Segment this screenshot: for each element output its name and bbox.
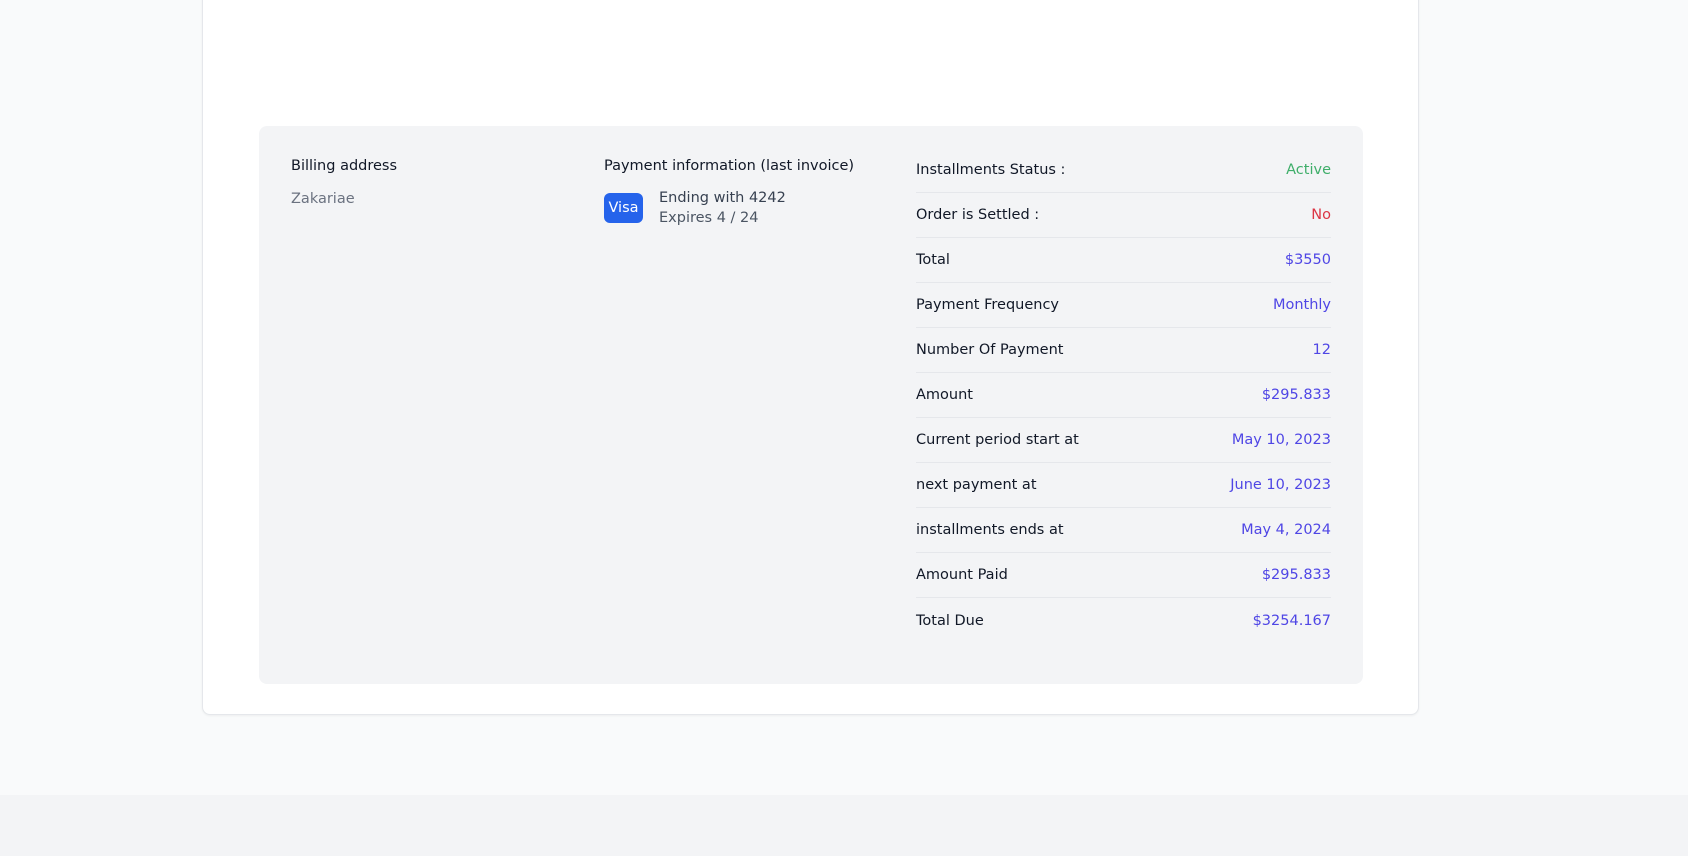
detail-label: Current period start at [916, 432, 1079, 448]
detail-label: next payment at [916, 477, 1037, 493]
detail-row-installments-ends: installments ends at May 4, 2024 [916, 508, 1331, 553]
number-of-payment-value: 12 [1312, 342, 1331, 358]
detail-label: Amount Paid [916, 567, 1008, 583]
billing-address-title: Billing address [291, 158, 398, 174]
detail-row-amount: Amount $295.833 [916, 373, 1331, 418]
detail-label: Order is Settled : [916, 207, 1040, 223]
billing-address-name: Zakariae [291, 191, 355, 207]
detail-row-total-due: Total Due $3254.167 [916, 598, 1331, 643]
installment-details-list: Installments Status : Active Order is Se… [916, 148, 1331, 643]
footer-band [0, 795, 1688, 856]
total-due-value: $3254.167 [1252, 612, 1331, 629]
amount-paid-value: $295.833 [1261, 567, 1331, 583]
detail-label: Number Of Payment [916, 342, 1064, 358]
detail-label: Total [916, 252, 950, 268]
detail-label: installments ends at [916, 522, 1064, 538]
detail-label: Payment Frequency [916, 297, 1059, 313]
card-expiry-text: Expires 4 / 24 [659, 210, 759, 226]
detail-row-amount-paid: Amount Paid $295.833 [916, 553, 1331, 598]
amount-value: $295.833 [1261, 387, 1331, 403]
current-period-start-value: May 10, 2023 [1231, 432, 1331, 448]
detail-row-order-settled: Order is Settled : No [916, 193, 1331, 238]
next-payment-value: June 10, 2023 [1230, 477, 1331, 493]
installments-ends-value: May 4, 2024 [1241, 522, 1331, 538]
detail-row-current-period-start: Current period start at May 10, 2023 [916, 418, 1331, 463]
total-value: $3550 [1284, 252, 1331, 268]
detail-label: Installments Status : [916, 162, 1066, 178]
detail-label: Amount [916, 387, 973, 403]
order-settled-value: No [1311, 207, 1331, 223]
detail-row-next-payment: next payment at June 10, 2023 [916, 463, 1331, 508]
detail-label: Total Due [916, 612, 984, 629]
card-brand-label: Visa [608, 200, 639, 216]
card-ending-text: Ending with 4242 [659, 190, 786, 206]
detail-row-installments-status: Installments Status : Active [916, 148, 1331, 193]
detail-row-total: Total $3550 [916, 238, 1331, 283]
payment-frequency-value: Monthly [1272, 297, 1331, 313]
installments-status-value: Active [1286, 162, 1331, 178]
payment-information-title: Payment information (last invoice) [604, 158, 855, 174]
visa-card-icon: Visa [604, 193, 643, 223]
order-summary-panel: Billing address Zakariae Payment informa… [259, 126, 1363, 684]
detail-row-payment-frequency: Payment Frequency Monthly [916, 283, 1331, 328]
detail-row-number-of-payment: Number Of Payment 12 [916, 328, 1331, 373]
